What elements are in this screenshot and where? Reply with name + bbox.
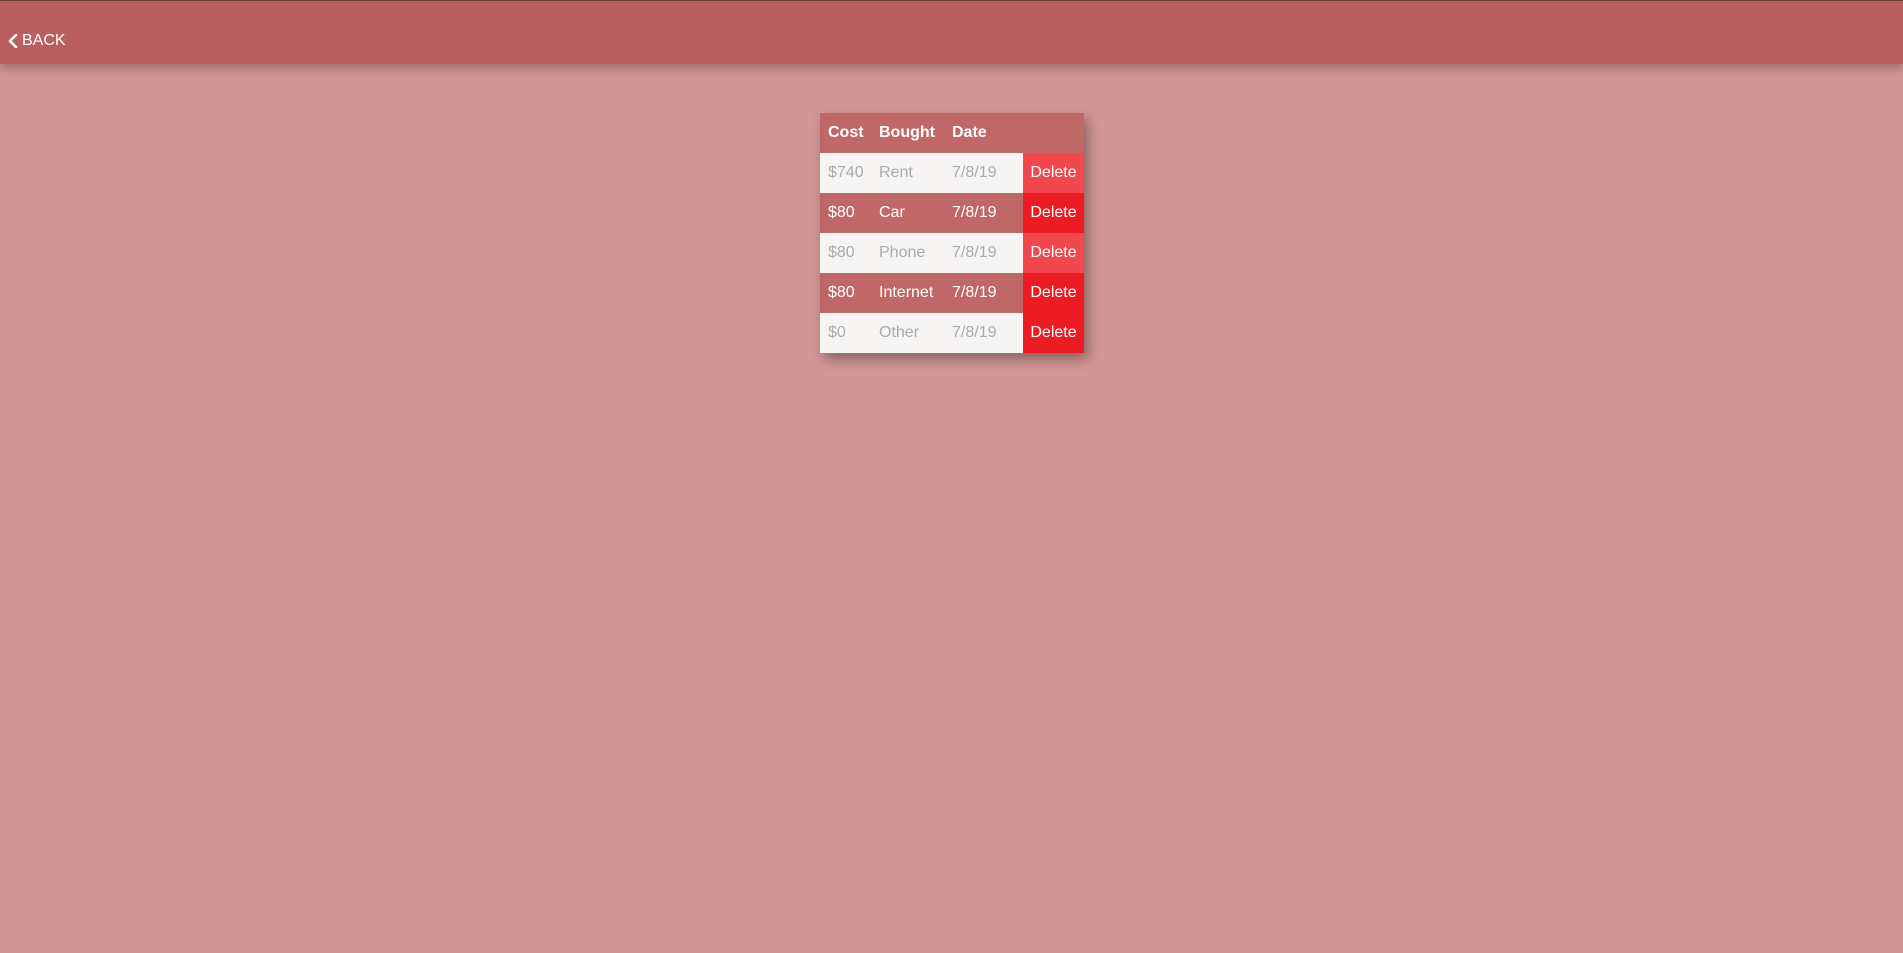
date-cell: 7/8/19	[952, 284, 997, 301]
table-row: $0 Other 7/8/19 Delete	[820, 313, 1084, 353]
cost-cell: $80	[828, 284, 855, 301]
action-cell: Delete	[1023, 233, 1084, 273]
delete-button[interactable]: Delete	[1023, 233, 1084, 273]
chevron-left-icon	[8, 34, 18, 48]
action-cell: Delete	[1023, 313, 1084, 353]
bought-cell: Other	[879, 324, 920, 341]
action-cell: Delete	[1023, 153, 1084, 193]
column-header-date: Date	[952, 124, 987, 141]
table-row: $80 Car 7/8/19 Delete	[820, 193, 1084, 233]
column-header-bought: Bought	[879, 124, 935, 141]
date-cell: 7/8/19	[952, 324, 997, 341]
table-header-row: Cost Bought Date	[820, 113, 1084, 153]
bought-cell: Rent	[879, 164, 913, 181]
column-header-actions	[1023, 113, 1084, 153]
back-label: BACK	[22, 32, 66, 49]
cost-cell: $0	[828, 324, 846, 341]
table-row: $740 Rent 7/8/19 Delete	[820, 153, 1084, 193]
date-cell: 7/8/19	[952, 244, 997, 261]
delete-button[interactable]: Delete	[1023, 193, 1084, 233]
back-button[interactable]: BACK	[8, 31, 66, 51]
table-row: $80 Internet 7/8/19 Delete	[820, 273, 1084, 313]
cost-cell: $80	[828, 204, 855, 221]
action-cell: Delete	[1023, 193, 1084, 233]
delete-button[interactable]: Delete	[1023, 273, 1084, 313]
top-bar: BACK	[0, 0, 1903, 64]
date-cell: 7/8/19	[952, 204, 997, 221]
date-cell: 7/8/19	[952, 164, 997, 181]
delete-button[interactable]: Delete	[1023, 153, 1084, 193]
delete-button[interactable]: Delete	[1023, 313, 1084, 353]
bought-cell: Car	[879, 204, 905, 221]
cost-cell: $740	[828, 164, 864, 181]
expenses-table: Cost Bought Date $740 Rent 7/8/19 Delete…	[820, 113, 1084, 353]
table-row: $80 Phone 7/8/19 Delete	[820, 233, 1084, 273]
bought-cell: Internet	[879, 284, 934, 301]
action-cell: Delete	[1023, 273, 1084, 313]
bought-cell: Phone	[879, 244, 926, 261]
column-header-cost: Cost	[828, 124, 864, 141]
cost-cell: $80	[828, 244, 855, 261]
